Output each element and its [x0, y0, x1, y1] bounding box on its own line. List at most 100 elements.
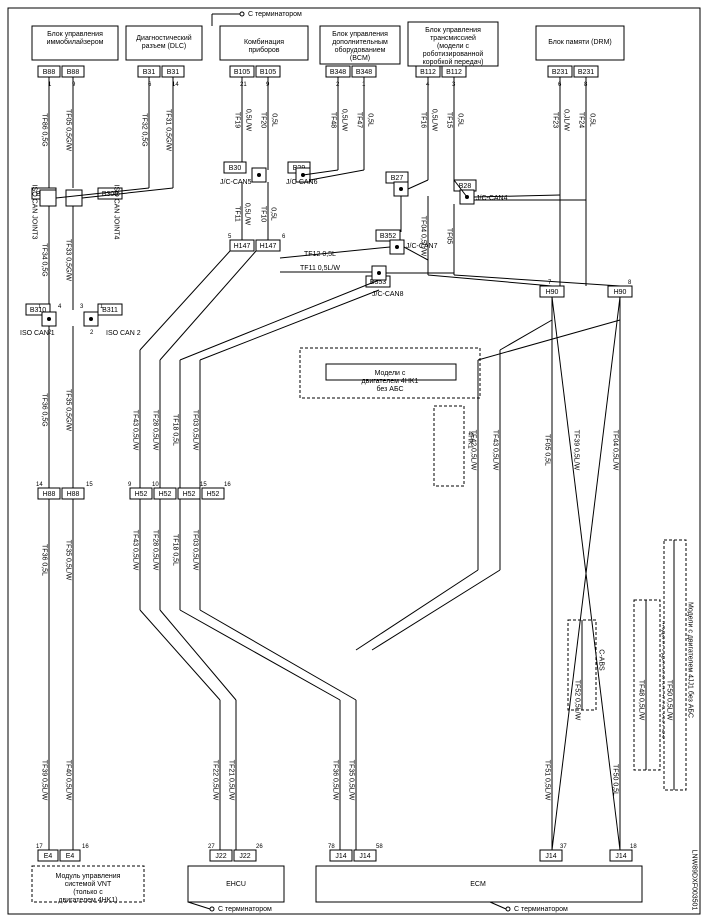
svg-text:TF35 0,5L/W: TF35 0,5L/W: [65, 540, 72, 581]
iso-joint4-label: ISO CAN JOINT4: [113, 185, 120, 240]
svg-text:TF28 0,5L/W: TF28 0,5L/W: [152, 530, 159, 571]
svg-text:TF35 0,5G/W: TF35 0,5G/W: [65, 389, 72, 431]
svg-text:B352: B352: [380, 233, 396, 240]
svg-text:0,5L: 0,5L: [367, 113, 374, 127]
svg-text:TF03 0,5L/W: TF03 0,5L/W: [192, 530, 199, 571]
iso-can2-label: ISO CAN 2: [106, 330, 141, 337]
svg-text:TF36 0,5L: TF36 0,5L: [41, 544, 48, 576]
svg-text:21: 21: [240, 82, 247, 88]
svg-text:B88: B88: [67, 69, 80, 76]
svg-text:B348: B348: [356, 69, 372, 76]
svg-text:TF51 0,5L/W: TF51 0,5L/W: [544, 760, 551, 801]
svg-text:H88: H88: [67, 491, 80, 498]
bottom-note-left: С терминатором: [218, 906, 272, 913]
svg-text:5: 5: [228, 234, 232, 240]
svg-text:E4: E4: [44, 853, 53, 860]
4hk1-label: 4HK1: [467, 431, 474, 449]
svg-text:0,5L/W: 0,5L/W: [341, 109, 348, 132]
svg-text:3: 3: [80, 304, 84, 310]
svg-text:TF11 0,5L/W: TF11 0,5L/W: [300, 265, 340, 272]
svg-text:TF22 0,5L/W: TF22 0,5L/W: [212, 760, 219, 801]
svg-text:H88: H88: [43, 491, 56, 498]
svg-text:58: 58: [376, 844, 383, 850]
svg-text:TF23: TF23: [552, 112, 559, 128]
svg-text:B31: B31: [167, 69, 180, 76]
svg-text:H90: H90: [614, 289, 627, 296]
svg-text:TF43 0,5L/W: TF43 0,5L/W: [492, 430, 499, 471]
svg-text:TF39 0,5L/W: TF39 0,5L/W: [41, 760, 48, 801]
svg-text:B105: B105: [234, 69, 250, 76]
svg-text:37: 37: [560, 844, 567, 850]
footer-id: LNW89DXF003501: [691, 850, 698, 911]
svg-text:0,5L: 0,5L: [271, 113, 278, 127]
wiring-diagram: Блок управленияиммобилайзером Диагностич…: [0, 0, 708, 922]
jc-can7-label: J/C-CAN7: [406, 243, 438, 250]
svg-text:TF12 0,5L: TF12 0,5L: [304, 251, 336, 258]
svg-text:17: 17: [36, 844, 43, 850]
svg-text:J22: J22: [239, 853, 250, 860]
svg-text:TF05 0,5L: TF05 0,5L: [544, 434, 551, 466]
svg-text:TF20: TF20: [260, 112, 267, 128]
svg-text:TF43 0,5L/W: TF43 0,5L/W: [132, 530, 139, 571]
svg-text:TF03 0,5L/W: TF03 0,5L/W: [192, 410, 199, 451]
top-note: С терминатором: [248, 11, 302, 18]
module-ecm-label: ECM: [470, 881, 486, 888]
svg-text:8: 8: [628, 280, 632, 286]
svg-text:TF47: TF47: [356, 112, 363, 128]
svg-text:TF50 0,5L/W: TF50 0,5L/W: [666, 680, 673, 721]
side-note-4jj1: Модели с двигателем 4JJ1 без АБС: [687, 602, 695, 718]
svg-text:18: 18: [630, 844, 637, 850]
svg-text:J14: J14: [359, 853, 370, 860]
svg-text:16: 16: [82, 844, 89, 850]
svg-text:TF19: TF19: [234, 112, 241, 128]
svg-text:B30: B30: [229, 165, 242, 172]
svg-text:26: 26: [256, 844, 263, 850]
svg-text:TF11: TF11: [234, 206, 241, 222]
svg-text:TF40 0,5L/W: TF40 0,5L/W: [65, 760, 72, 801]
svg-text:TF04 0,5L/W: TF04 0,5L/W: [420, 216, 427, 257]
svg-text:TF18 0,5L: TF18 0,5L: [172, 534, 179, 566]
svg-text:TF43 0,5L/W: TF43 0,5L/W: [132, 410, 139, 451]
svg-text:0,5L: 0,5L: [457, 113, 464, 127]
svg-text:0,5L/W: 0,5L/W: [431, 109, 438, 132]
bottom-note-right: С терминатором: [514, 906, 568, 913]
svg-text:16: 16: [224, 482, 231, 488]
svg-text:6: 6: [282, 234, 286, 240]
svg-text:B231: B231: [552, 69, 568, 76]
svg-text:TF28 0,5L/W: TF28 0,5L/W: [152, 410, 159, 451]
svg-text:15: 15: [200, 482, 207, 488]
svg-text:0,JL/W: 0,JL/W: [563, 109, 570, 131]
svg-text:2: 2: [90, 330, 94, 336]
svg-text:H147: H147: [234, 243, 251, 250]
svg-text:J22: J22: [215, 853, 226, 860]
svg-text:TF34 0,5G: TF34 0,5G: [41, 243, 48, 276]
svg-text:H52: H52: [183, 491, 196, 498]
jc-can8-label: J/C-CAN8: [372, 291, 404, 298]
svg-text:B348: B348: [330, 69, 346, 76]
svg-text:0,5L/W: 0,5L/W: [245, 109, 252, 132]
svg-text:78: 78: [328, 844, 335, 850]
svg-text:0,5L: 0,5L: [589, 113, 596, 127]
svg-text:J14: J14: [615, 853, 626, 860]
svg-text:TF39 0,5L/W: TF39 0,5L/W: [573, 430, 580, 471]
jc-can5-label: J/C-CAN5: [220, 179, 252, 186]
svg-text:TF32 0,5G: TF32 0,5G: [141, 113, 148, 146]
svg-text:4: 4: [58, 304, 62, 310]
svg-text:TF31 0,5G/W: TF31 0,5G/W: [165, 109, 172, 151]
svg-text:B27: B27: [391, 175, 404, 182]
module-drm-label: Блок памяти (DRM): [548, 39, 612, 46]
svg-text:B231: B231: [578, 69, 594, 76]
jc-can6-label: J/C-CAN6: [286, 179, 318, 186]
iso-joint3-label: ISO CAN JOINT3: [31, 185, 38, 240]
svg-text:B112: B112: [420, 69, 436, 76]
svg-text:B88: B88: [43, 69, 56, 76]
svg-text:TF05 0,5G/W: TF05 0,5G/W: [65, 109, 72, 151]
svg-text:TF86 0,5G: TF86 0,5G: [41, 113, 48, 146]
module-ehcu-label: EHCU: [226, 881, 246, 888]
svg-text:0,5L/W: 0,5L/W: [244, 203, 251, 226]
svg-text:TF18 0,5L: TF18 0,5L: [172, 414, 179, 446]
connector-row-top: B88 B88 B31 B31 B105 B105 B348 B348 B112…: [38, 66, 598, 77]
svg-text:TF05: TF05: [446, 228, 453, 244]
svg-text:TF33 0,5G/W: TF33 0,5G/W: [65, 239, 72, 281]
svg-text:E4: E4: [66, 853, 75, 860]
